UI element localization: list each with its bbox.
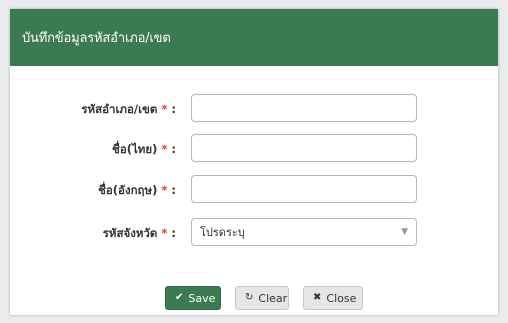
name-thai-input[interactable] [191, 134, 417, 162]
chevron-down-icon: ▼ [401, 227, 408, 237]
district-code-label: รหัสอำเภอ/เขต * : [81, 101, 176, 119]
name-thai-label: ชื่อ(ไทย) * : [112, 141, 176, 159]
required-marker: * [161, 183, 168, 197]
name-thai-label-text: ชื่อ(ไทย) [112, 142, 158, 156]
district-code-label-text: รหัสอำเภอ/เขต [81, 102, 158, 116]
required-marker: * [161, 142, 168, 156]
name-english-label: ชื่อ(อังกฤษ) * : [98, 182, 176, 200]
label-colon: : [171, 183, 176, 197]
close-button-label: Close [326, 291, 357, 305]
name-english-input[interactable] [191, 175, 417, 203]
name-english-label-text: ชื่อ(อังกฤษ) [98, 183, 158, 197]
province-code-select[interactable]: โปรดระบุ ▼ [191, 218, 417, 246]
province-code-label: รหัสจังหวัด * : [103, 225, 176, 243]
action-buttons: ✔ Save ↻ Clear ✖ Close [165, 286, 363, 310]
close-button[interactable]: ✖ Close [303, 286, 363, 310]
province-district-dialog: บันทึกข้อมูลรหัสอำเภอ/เขต รหัสอำเภอ/เขต … [10, 9, 498, 315]
form-row-district-code: รหัสอำเภอ/เขต * : [10, 94, 498, 124]
check-icon: ✔ [175, 292, 184, 303]
save-button[interactable]: ✔ Save [165, 286, 221, 310]
label-colon: : [171, 226, 176, 240]
district-code-input[interactable] [191, 94, 417, 122]
province-code-selected-value: โปรดระบุ [200, 226, 245, 239]
clear-button-label: Clear [258, 291, 288, 305]
dialog-header: บันทึกข้อมูลรหัสอำเภอ/เขต [10, 9, 498, 66]
x-icon: ✖ [313, 292, 322, 303]
required-marker: * [161, 226, 168, 240]
save-button-label: Save [188, 291, 216, 305]
required-marker: * [161, 102, 168, 116]
label-colon: : [171, 102, 176, 116]
province-code-label-text: รหัสจังหวัด [102, 226, 158, 240]
form-row-province-code: รหัสจังหวัด * : โปรดระบุ ▼ [10, 218, 498, 248]
refresh-icon: ↻ [245, 292, 254, 303]
form-row-name-english: ชื่อ(อังกฤษ) * : [10, 175, 498, 205]
dialog-title: บันทึกข้อมูลรหัสอำเภอ/เขต [22, 31, 171, 46]
clear-button[interactable]: ↻ Clear [235, 286, 289, 310]
form-row-name-thai: ชื่อ(ไทย) * : [10, 134, 498, 164]
label-colon: : [171, 142, 176, 156]
